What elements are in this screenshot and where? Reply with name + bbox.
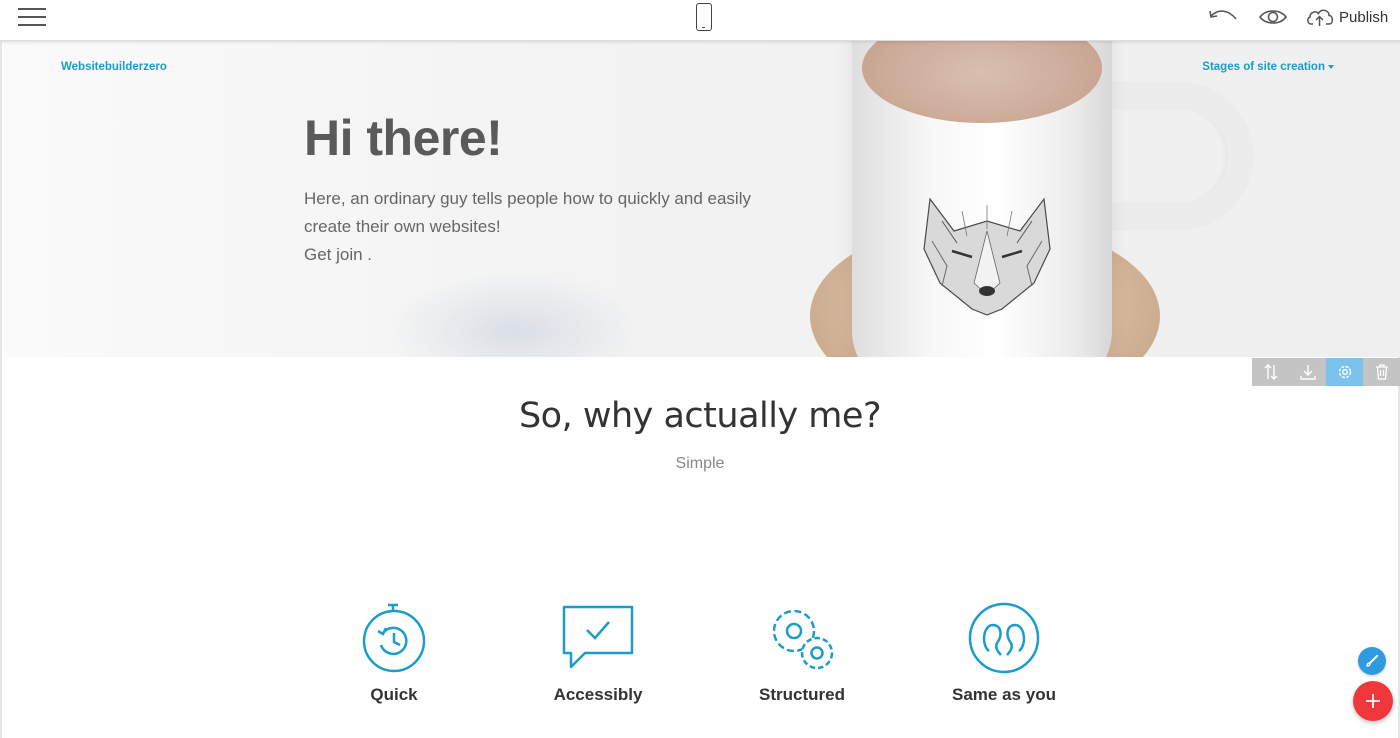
feature-label: Structured xyxy=(759,685,845,704)
stages-menu-label: Stages of site creation xyxy=(1202,61,1325,73)
feature-label: Same as you xyxy=(952,685,1056,704)
stopwatch-icon xyxy=(362,603,426,673)
feature-accessibly[interactable]: Accessibly xyxy=(518,601,678,705)
site-navbar: Websitebuilderzero Stages of site creati… xyxy=(4,61,1400,81)
feature-label: Accessibly xyxy=(553,685,643,704)
site-brand-link[interactable]: Websitebuilderzero xyxy=(61,61,167,73)
trash-icon[interactable] xyxy=(1363,358,1400,386)
cloud-upload-icon xyxy=(1307,9,1334,26)
hero-section[interactable]: Websitebuilderzero Stages of site creati… xyxy=(4,41,1400,357)
brush-button[interactable] xyxy=(1358,647,1386,675)
reorder-icon[interactable] xyxy=(1252,358,1289,386)
hero-text-line: Here, an ordinary guy tells people how t… xyxy=(304,189,751,208)
stages-menu-dropdown[interactable]: Stages of site creation xyxy=(1202,61,1334,73)
caret-down-icon xyxy=(1328,64,1334,69)
people-icon xyxy=(968,602,1040,674)
feature-structured[interactable]: Structured xyxy=(722,601,882,705)
hero-text-line: create their own websites! xyxy=(304,217,501,236)
mobile-phone-icon[interactable] xyxy=(696,3,712,31)
wolf-illustration xyxy=(923,197,1051,316)
feature-label: Quick xyxy=(370,685,418,704)
publish-button[interactable]: Publish xyxy=(1305,4,1388,30)
section-title: So, why actually me? xyxy=(518,396,882,436)
hero-mug-image xyxy=(794,41,1314,357)
feature-same-as-you[interactable]: Same as you xyxy=(924,601,1084,705)
gears-icon xyxy=(772,609,834,670)
chat-check-icon xyxy=(562,605,634,669)
brush-icon xyxy=(1366,654,1379,667)
hero-title: Hi there! xyxy=(304,110,503,166)
hero-text-line: Get join . xyxy=(304,245,373,264)
hero-text: Here, an ordinary guy tells people how t… xyxy=(304,185,804,269)
hamburger-icon[interactable] xyxy=(18,6,46,28)
block-toolbar xyxy=(1252,358,1400,386)
background-blur xyxy=(384,271,644,357)
gear-icon[interactable] xyxy=(1326,358,1363,386)
undo-icon[interactable] xyxy=(1206,4,1240,30)
feature-quick[interactable]: Quick xyxy=(314,601,474,705)
section-subtitle: Simple xyxy=(675,455,725,472)
add-block-button[interactable] xyxy=(1353,681,1393,721)
page-canvas: Websitebuilderzero Stages of site creati… xyxy=(0,41,1400,738)
download-icon[interactable] xyxy=(1289,358,1326,386)
plus-icon xyxy=(1366,694,1380,708)
eye-icon[interactable] xyxy=(1258,4,1288,30)
editor-toolbar: Publish xyxy=(0,0,1400,41)
publish-label: Publish xyxy=(1339,8,1389,26)
